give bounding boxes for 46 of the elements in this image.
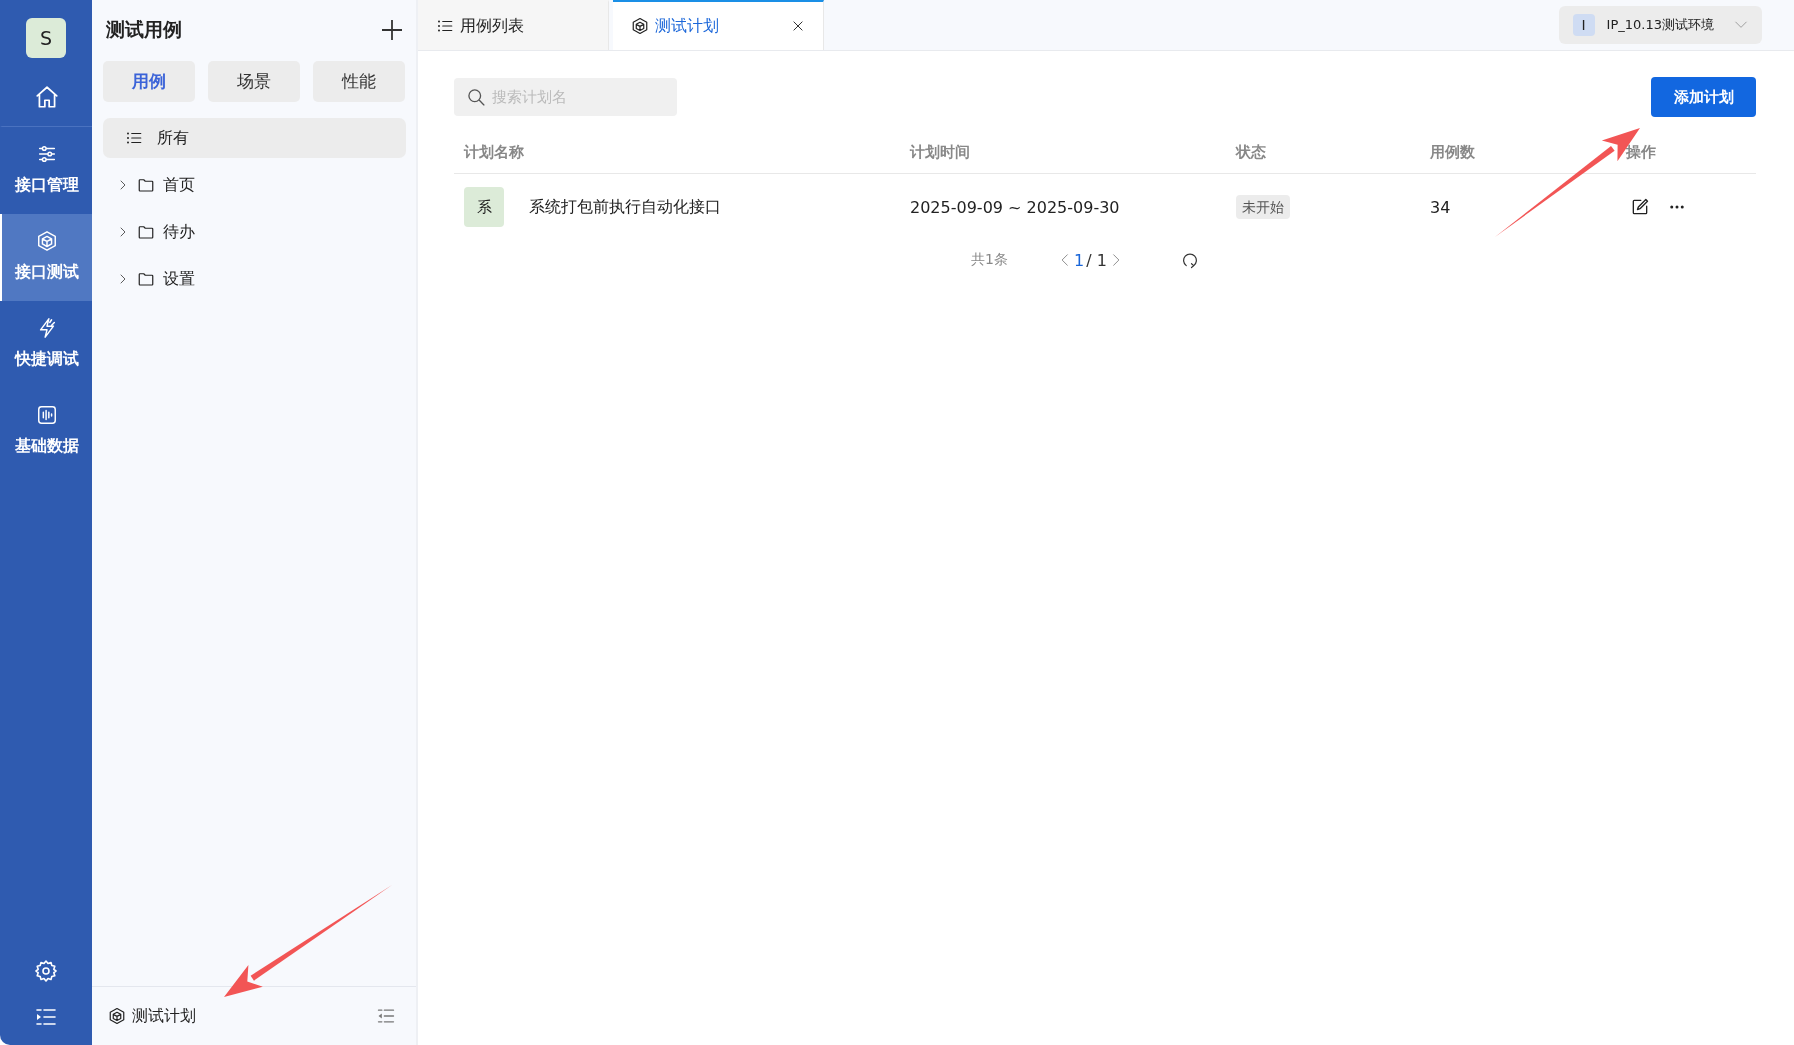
column-header: 用例数 [1430, 142, 1476, 162]
environment-select[interactable]: I IP_10.13测试环境 [1558, 6, 1762, 44]
segment-tab[interactable]: 场景 [208, 61, 300, 102]
tree-item[interactable]: 所有 [103, 118, 406, 158]
cube-icon [108, 1007, 126, 1025]
table-cell-text: 2025-09-09 ~ 2025-09-30 [910, 197, 1121, 217]
folder-icon [137, 270, 155, 288]
nav-item[interactable]: 快捷调试 [0, 301, 92, 388]
edit-icon[interactable] [1630, 197, 1650, 217]
tree-item[interactable]: 待办 [103, 212, 406, 252]
tree-item[interactable]: 首页 [103, 165, 406, 205]
add-icon[interactable] [380, 18, 404, 42]
segment-tab[interactable]: 性能 [313, 61, 405, 102]
table-cell-text: 34 [1430, 197, 1452, 217]
folder-icon [137, 176, 155, 194]
tab[interactable]: 用例列表 [418, 0, 609, 50]
panel-title: 测试用例 [106, 17, 182, 42]
total-count: 共1条 [971, 251, 1009, 269]
folder-icon [137, 223, 155, 241]
column-header: 计划名称 [462, 142, 525, 162]
table-cell: 系统打包前执行自动化接口 [529, 196, 721, 218]
nav-item[interactable]: 接口管理 [0, 127, 92, 214]
tab[interactable]: 测试计划 [613, 0, 824, 50]
nav-item[interactable]: 接口测试 [0, 214, 92, 301]
cube-icon [631, 17, 649, 35]
status-tag: 未开始 [1236, 195, 1290, 219]
add-plan-button[interactable]: 添加计划 [1651, 77, 1756, 117]
tree-item[interactable]: 设置 [103, 259, 406, 299]
home-icon [34, 84, 60, 110]
close-icon[interactable] [791, 19, 805, 33]
refresh-icon[interactable] [1180, 251, 1199, 269]
plan-link[interactable]: 测试计划 [108, 1005, 196, 1027]
user-avatar[interactable]: S [26, 18, 66, 58]
current-page[interactable]: 1 [1074, 250, 1085, 270]
column-header: 状态 [1236, 142, 1267, 162]
search-icon [466, 87, 486, 107]
column-header: 计划时间 [910, 142, 971, 162]
sliders-icon [36, 143, 58, 165]
plan-avatar: 系 [464, 187, 504, 227]
segment-tab[interactable]: 用例 [103, 61, 195, 102]
settings-icon[interactable] [34, 959, 58, 983]
chart-icon [36, 404, 58, 426]
cube-icon [36, 230, 58, 252]
column-header: 操作 [1626, 142, 1657, 162]
nav-item[interactable]: 基础数据 [0, 388, 92, 475]
page-count: / 1 [1086, 250, 1107, 270]
